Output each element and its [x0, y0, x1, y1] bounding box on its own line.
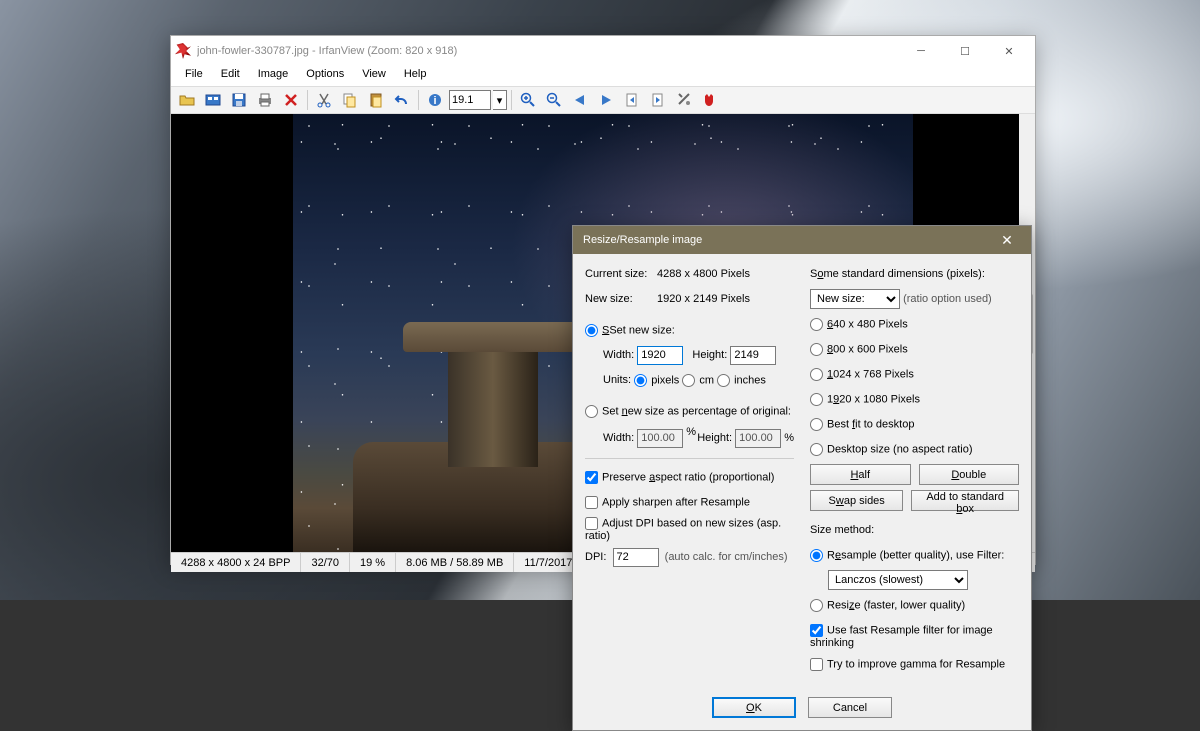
- zoom-input[interactable]: [449, 90, 491, 110]
- irfan-cat-icon[interactable]: [698, 88, 722, 112]
- units-inches-radio[interactable]: inches: [717, 374, 766, 387]
- titlebar[interactable]: john-fowler-330787.jpg - IrfanView (Zoom…: [171, 36, 1035, 66]
- status-zoom: 19 %: [350, 553, 396, 572]
- half-button[interactable]: Half: [810, 464, 911, 485]
- filter-select[interactable]: Lanczos (slowest): [828, 570, 968, 590]
- units-label: Units:: [603, 374, 631, 386]
- fast-filter-checkbox[interactable]: Use fast Resample filter for image shrin…: [810, 624, 1019, 649]
- menu-edit[interactable]: Edit: [213, 66, 248, 86]
- units-pixels-radio[interactable]: pixels: [634, 374, 679, 387]
- cut-icon[interactable]: [312, 88, 336, 112]
- info-icon[interactable]: i: [423, 88, 447, 112]
- save-icon[interactable]: [227, 88, 251, 112]
- delete-icon[interactable]: [279, 88, 303, 112]
- settings-icon[interactable]: [672, 88, 696, 112]
- set-percentage-radio[interactable]: Set new size as percentage of original:: [585, 405, 791, 418]
- adjust-dpi-checkbox[interactable]: Adjust DPI based on new sizes (asp. rati…: [585, 517, 794, 542]
- zoom-dropdown[interactable]: ▾: [493, 90, 507, 110]
- width-input[interactable]: [637, 346, 683, 365]
- dialog-title: Resize/Resample image: [583, 234, 993, 246]
- resize-radio[interactable]: Resize (faster, lower quality): [810, 599, 965, 612]
- sharpen-checkbox[interactable]: Apply sharpen after Resample: [585, 496, 750, 509]
- zoom-in-icon[interactable]: [516, 88, 540, 112]
- std-1024-radio[interactable]: 1024 x 768 Pixels: [810, 368, 914, 381]
- status-dimensions: 4288 x 4800 x 24 BPP: [171, 553, 301, 572]
- close-button[interactable]: ✕: [987, 37, 1031, 65]
- current-size-value: 4288 x 4800 Pixels: [657, 268, 794, 280]
- double-button[interactable]: Double: [919, 464, 1020, 485]
- pct-height-input[interactable]: [735, 429, 781, 448]
- minimize-button[interactable]: ─: [899, 37, 943, 65]
- undo-icon[interactable]: [390, 88, 414, 112]
- std-hint: (ratio option used): [903, 293, 992, 305]
- preserve-ratio-checkbox[interactable]: Preserve aspect ratio (proportional): [585, 471, 774, 484]
- std-800-radio[interactable]: 800 x 600 Pixels: [810, 343, 908, 356]
- swap-button[interactable]: Swap sides: [810, 490, 903, 511]
- next-icon[interactable]: [594, 88, 618, 112]
- new-size-label: New size:: [585, 293, 657, 305]
- maximize-button[interactable]: ☐: [943, 37, 987, 65]
- std-640-radio[interactable]: 640 x 480 Pixels: [810, 318, 908, 331]
- open-icon[interactable]: [175, 88, 199, 112]
- width-label: Width:: [603, 349, 634, 361]
- height-input[interactable]: [730, 346, 776, 365]
- new-size-value: 1920 x 2149 Pixels: [657, 293, 794, 305]
- dpi-hint: (auto calc. for cm/inches): [665, 551, 788, 563]
- std-desktop-radio[interactable]: Desktop size (no aspect ratio): [810, 443, 973, 456]
- menu-view[interactable]: View: [354, 66, 394, 86]
- cancel-button[interactable]: Cancel: [808, 697, 892, 718]
- size-method-label: Size method:: [810, 524, 874, 536]
- dpi-input[interactable]: [613, 548, 659, 567]
- print-icon[interactable]: [253, 88, 277, 112]
- menu-file[interactable]: File: [177, 66, 211, 86]
- std-size-select[interactable]: New size:: [810, 289, 900, 309]
- menu-help[interactable]: Help: [396, 66, 435, 86]
- prev-page-icon[interactable]: [620, 88, 644, 112]
- std-1920-radio[interactable]: 1920 x 1080 Pixels: [810, 393, 920, 406]
- std-dims-label: Some standard dimensions (pixels):: [810, 268, 985, 280]
- separator: [307, 90, 308, 110]
- prev-icon[interactable]: [568, 88, 592, 112]
- dpi-label: DPI:: [585, 551, 606, 563]
- menubar: File Edit Image Options View Help: [171, 66, 1035, 86]
- app-icon: [175, 43, 191, 59]
- pct-width-label: Width:: [603, 432, 634, 444]
- units-cm-radio[interactable]: cm: [682, 374, 714, 387]
- zoom-out-icon[interactable]: [542, 88, 566, 112]
- resize-dialog: Resize/Resample image ✕ Current size:428…: [572, 225, 1032, 731]
- thumbnails-icon[interactable]: [201, 88, 225, 112]
- height-label: Height:: [692, 349, 727, 361]
- next-page-icon[interactable]: [646, 88, 670, 112]
- pct-width-input[interactable]: [637, 429, 683, 448]
- add-std-button[interactable]: Add to standard box: [911, 490, 1019, 511]
- separator: [511, 90, 512, 110]
- paste-icon[interactable]: [364, 88, 388, 112]
- menu-options[interactable]: Options: [298, 66, 352, 86]
- pct-height-label: Height:: [697, 432, 732, 444]
- copy-icon[interactable]: [338, 88, 362, 112]
- svg-text:i: i: [433, 95, 436, 107]
- gamma-checkbox[interactable]: Try to improve gamma for Resample: [810, 658, 1005, 671]
- dialog-close-icon[interactable]: ✕: [993, 226, 1021, 254]
- ok-button[interactable]: OK: [712, 697, 796, 718]
- separator: [418, 90, 419, 110]
- status-memory: 8.06 MB / 58.89 MB: [396, 553, 514, 572]
- menu-image[interactable]: Image: [250, 66, 297, 86]
- status-index: 32/70: [301, 553, 350, 572]
- std-bestfit-radio[interactable]: Best fit to desktop: [810, 418, 914, 431]
- set-new-size-radio[interactable]: SSet new size:: [585, 324, 675, 337]
- current-size-label: Current size:: [585, 268, 657, 280]
- resample-radio[interactable]: Resample (better quality), use Filter:: [810, 549, 1004, 562]
- window-title: john-fowler-330787.jpg - IrfanView (Zoom…: [197, 45, 899, 57]
- dialog-titlebar[interactable]: Resize/Resample image ✕: [573, 226, 1031, 254]
- toolbar: i ▾: [171, 86, 1035, 114]
